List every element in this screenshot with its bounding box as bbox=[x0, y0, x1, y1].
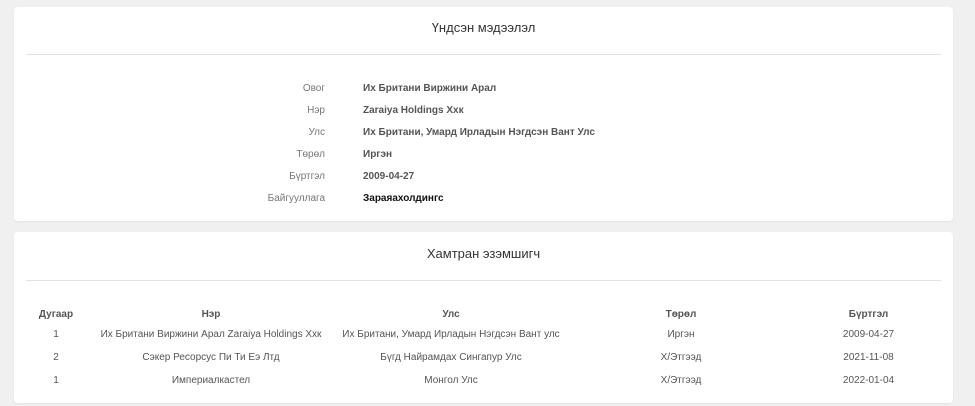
cell-name: Империалкастел bbox=[171, 375, 251, 386]
cell-country: Бүгд Найрамдах Сингапур Улс bbox=[380, 352, 522, 363]
info-row-registration: Бүртгэл 2009-04-27 bbox=[14, 170, 953, 184]
cell-number: 2 bbox=[53, 352, 59, 363]
info-row-type: Төрөл Иргэн bbox=[14, 148, 953, 162]
column-header-name: Нэр bbox=[201, 308, 221, 320]
basic-info-card: Үндсэн мэдээлэл Овог Их Британи Виржини … bbox=[14, 7, 953, 221]
column-header-registration: Бүртгэл bbox=[848, 308, 889, 320]
name-value: Zaraiya Holdings Ххк bbox=[363, 105, 464, 116]
table-header-row: Дугаар Нэр Улс Төрөл Бүртгэл bbox=[26, 305, 941, 323]
co-owners-card: Хамтран эзэмшигч Дугаар Нэр Улс Төрөл Бү… bbox=[14, 232, 953, 403]
country-label: Улс bbox=[308, 127, 325, 138]
registration-value: 2009-04-27 bbox=[363, 171, 415, 182]
cell-registration: 2021-11-08 bbox=[843, 352, 894, 363]
cell-type: Иргэн bbox=[667, 329, 695, 340]
cell-name: Сэкер Ресорсус Пи Ти Еэ Лтд bbox=[142, 352, 280, 363]
organization-value: Зараяахолдингс bbox=[363, 193, 444, 204]
table-row: 2 Сэкер Ресорсус Пи Ти Еэ Лтд Бүгд Найра… bbox=[26, 346, 941, 369]
country-value: Их Британи, Умард Ирладын Нэгдсэн Вант У… bbox=[363, 127, 595, 138]
cell-number: 1 bbox=[53, 375, 59, 386]
basic-info-title: Үндсэн мэдээлэл bbox=[431, 20, 536, 35]
cell-name: Их Британи Виржини Арал Zaraiya Holdings… bbox=[100, 329, 322, 340]
cell-registration: 2009-04-27 bbox=[842, 329, 895, 340]
surname-label: Овог bbox=[302, 83, 325, 94]
info-row-name: Нэр Zaraiya Holdings Ххк bbox=[14, 104, 953, 118]
registration-label: Бүртгэл bbox=[289, 171, 325, 182]
table-row: 1 Империалкастел Монгол Улс Х/Этгээд 202… bbox=[26, 369, 941, 392]
info-row-organization: Байгууллага Зараяахолдингс bbox=[14, 192, 953, 206]
column-header-country: Улс bbox=[442, 308, 460, 320]
organization-label: Байгууллага bbox=[267, 193, 325, 204]
cell-number: 1 bbox=[53, 329, 59, 340]
column-header-type: Төрөл bbox=[665, 308, 697, 320]
cell-type: Х/Этгээд bbox=[660, 375, 702, 386]
cell-registration: 2022-01-04 bbox=[842, 375, 895, 386]
surname-value: Их Британи Виржини Арал bbox=[363, 83, 497, 94]
cell-country: Их Британи, Умард Ирладын Нэгдсэн Вант у… bbox=[342, 329, 560, 340]
basic-info-divider bbox=[26, 54, 941, 55]
type-value: Иргэн bbox=[363, 149, 393, 160]
co-owners-divider bbox=[26, 280, 941, 281]
info-row-surname: Овог Их Британи Виржини Арал bbox=[14, 82, 953, 96]
cell-type: Х/Этгээд bbox=[660, 352, 702, 363]
column-header-number: Дугаар bbox=[38, 308, 74, 320]
type-label: Төрөл bbox=[296, 149, 325, 160]
table-row: 1 Их Британи Виржини Арал Zaraiya Holdin… bbox=[26, 323, 941, 346]
info-row-country: Улс Их Британи, Умард Ирладын Нэгдсэн Ва… bbox=[14, 126, 953, 140]
cell-country: Монгол Улс bbox=[424, 375, 478, 386]
co-owners-table: Дугаар Нэр Улс Төрөл Бүртгэл 1 Их Британ… bbox=[26, 305, 941, 392]
co-owners-title: Хамтран эзэмшигч bbox=[426, 246, 541, 261]
name-label: Нэр bbox=[307, 105, 325, 116]
